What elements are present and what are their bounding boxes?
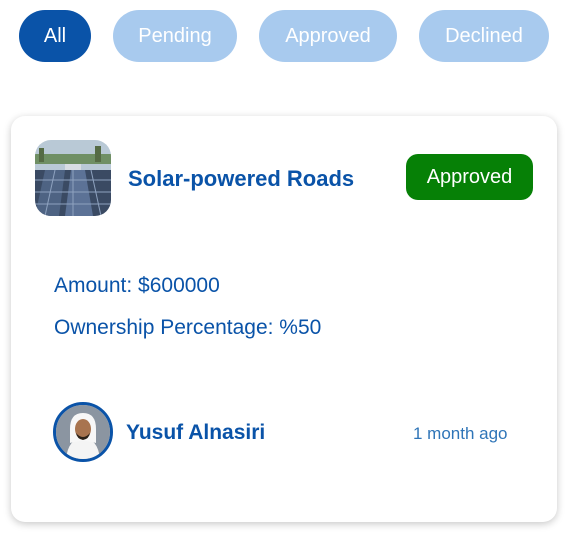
investment-card[interactable]: Solar-powered Roads Approved Amount: $60… (11, 116, 557, 522)
ownership-percentage-text: Ownership Percentage: %50 (54, 316, 322, 339)
solar-road-photo-icon (35, 140, 111, 216)
status-badge: Approved (406, 154, 533, 200)
user-avatar-icon (56, 405, 110, 459)
filter-approved-button[interactable]: Approved (259, 10, 397, 62)
filter-declined-button[interactable]: Declined (419, 10, 549, 62)
user-name[interactable]: Yusuf Alnasiri (126, 421, 265, 445)
avatar (53, 402, 113, 462)
filter-pending-button[interactable]: Pending (113, 10, 237, 62)
timestamp: 1 month ago (413, 424, 508, 443)
status-filter-bar: All Pending Approved Declined (19, 10, 549, 62)
project-thumbnail (35, 140, 111, 216)
project-title: Solar-powered Roads (128, 166, 355, 191)
filter-all-button[interactable]: All (19, 10, 91, 62)
amount-text: Amount: $600000 (54, 274, 220, 297)
